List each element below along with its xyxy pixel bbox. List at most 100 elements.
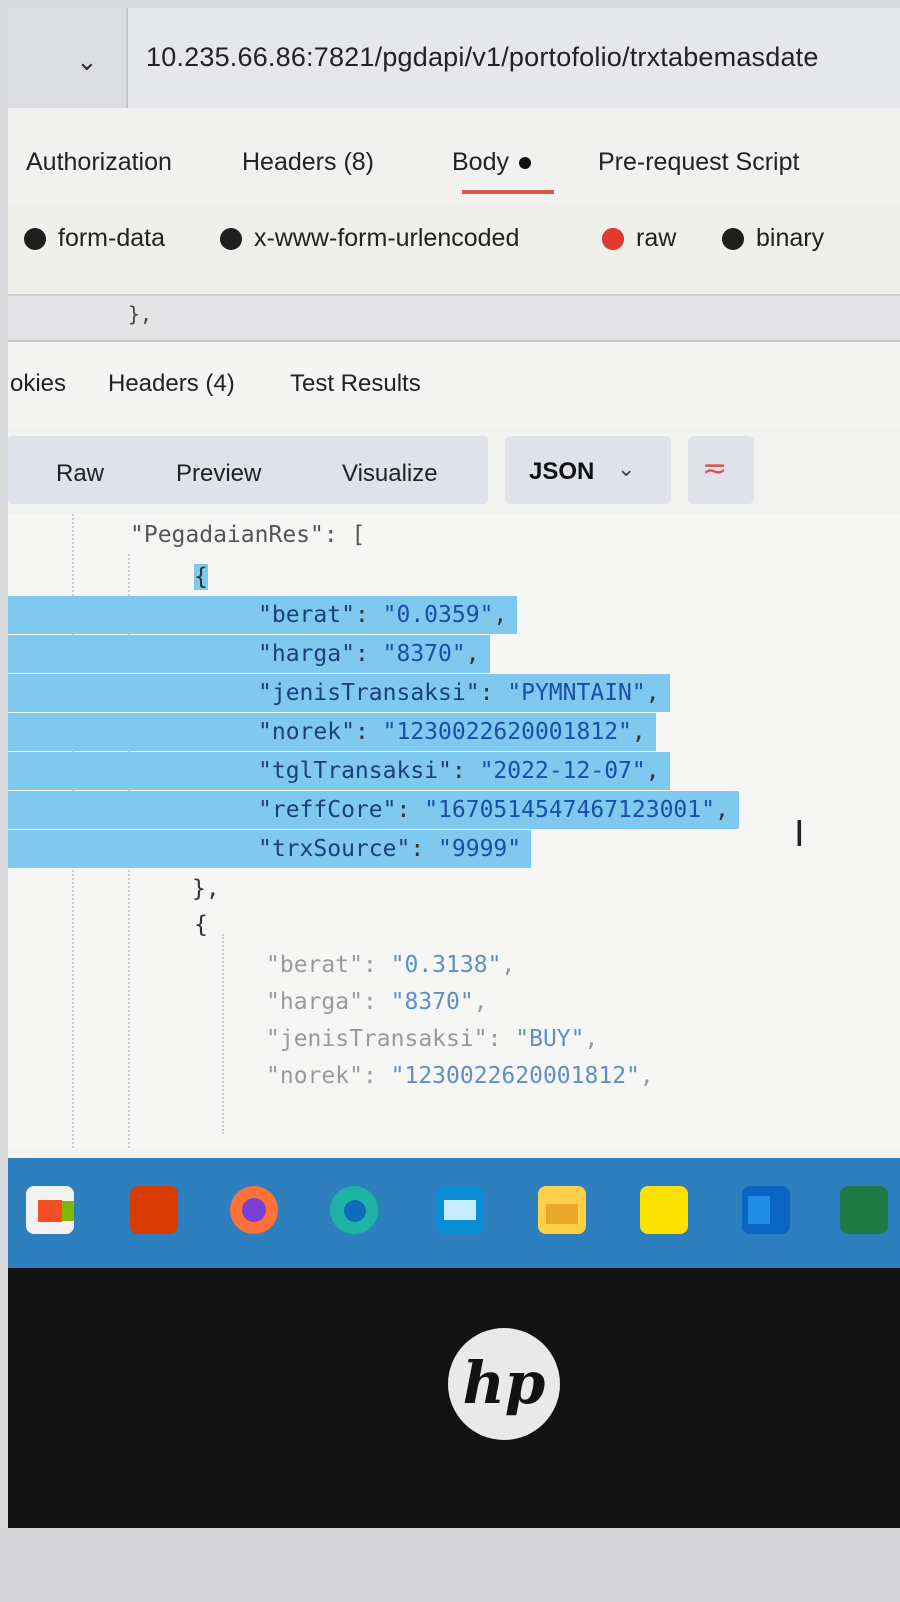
json-key: "norek" [258,719,355,745]
viewer-mode-switch: Raw Preview Visualize [8,436,488,504]
radio-label: binary [756,224,825,252]
json-value: "0.0359" [382,602,494,628]
json-value: "8370" [382,641,466,667]
format-dropdown[interactable]: JSON ⌄ [505,436,671,504]
json-value: "8370" [390,989,474,1015]
store-icon[interactable] [26,1186,74,1234]
radio-selected-icon [602,227,624,250]
open-brace: { [194,564,208,590]
code-snippet: }, [128,302,153,326]
json-colon: : [451,758,480,784]
radio-icon [722,227,744,250]
chevron-down-icon: ⌄ [76,46,98,76]
radio-icon [220,227,242,250]
tab-body-label: Body [452,148,509,176]
json-value: "0.3138" [390,952,502,978]
radio-label: x-www-form-urlencoded [254,224,520,252]
json-value: "PYMNTAIN" [507,680,646,706]
response-toolbar: Raw Preview Visualize JSON ⌄ ≂ [8,428,900,514]
body-type-options: form-data x-www-form-urlencoded raw bina… [8,204,900,296]
tab-body[interactable]: Body [452,148,531,177]
tab-test-results[interactable]: Test Results [290,370,421,398]
tab-response-headers[interactable]: Headers (4) [108,370,235,398]
request-tabs: Authorization Headers (8) Body Pre-reque… [8,108,900,204]
file-explorer-icon[interactable] [538,1186,586,1234]
active-tab-underline [462,190,554,194]
url-bar: ⌄ 10.235.66.86:7821/pgdapi/v1/portofolio… [8,8,900,110]
tab-headers[interactable]: Headers (8) [242,148,374,177]
radio-label: raw [636,224,677,252]
mail-icon[interactable] [436,1186,484,1234]
excel-icon[interactable] [840,1186,888,1234]
json-key: "tglTransaksi" [258,758,452,784]
outlook-icon[interactable] [742,1186,790,1234]
edge-icon[interactable] [330,1186,378,1234]
request-url-input[interactable]: 10.235.66.86:7821/pgdapi/v1/portofolio/t… [146,42,819,73]
json-separator: , [639,1063,654,1089]
code-line-close-brace: }, [192,876,220,902]
response-tabs: okies Headers (4) Test Results [8,342,900,428]
json-separator: , [501,952,516,978]
tab-authorization[interactable]: Authorization [26,148,172,177]
sticky-notes-icon[interactable] [640,1186,688,1234]
wrap-lines-icon: ≂ [702,452,728,485]
response-body[interactable]: "PegadaianRes": [ { "berat": "0.0359", "h… [8,514,900,1148]
hp-logo: hp [448,1328,560,1440]
json-colon: : [362,952,391,978]
method-dropdown[interactable]: ⌄ [8,8,128,108]
format-label: JSON [529,458,595,485]
monitor-bezel: hp [8,1268,900,1528]
radio-x-www-form-urlencoded[interactable]: x-www-form-urlencoded [220,224,519,253]
code-line-open-brace-2: { [194,912,208,938]
json-value: "2022-12-07" [479,758,646,784]
code-line-root-key: "PegadaianRes": [ [130,522,366,548]
json-colon: : [354,641,383,667]
wrap-lines-button[interactable]: ≂ [688,436,754,504]
json-key: "harga" [266,989,363,1015]
json-separator: , [465,641,480,667]
code-line-open-brace: { [8,558,208,596]
screen: ⌄ 10.235.66.86:7821/pgdapi/v1/portofolio… [8,8,900,1268]
code-line: "jenisTransaksi": "BUY", [8,1020,598,1058]
taskbar [8,1158,900,1268]
json-separator: , [473,989,488,1015]
radio-form-data[interactable]: form-data [24,224,165,253]
json-key: "jenisTransaksi" [258,680,480,706]
tab-pre-request-script[interactable]: Pre-request Script [598,148,799,177]
code-line: "harga": "8370", [8,635,490,673]
json-value: "BUY" [515,1026,585,1052]
firefox-icon[interactable] [230,1186,278,1234]
json-colon: : [362,1063,391,1089]
json-separator: , [714,797,729,823]
json-separator: , [645,758,660,784]
radio-raw[interactable]: raw [602,224,676,253]
office-icon[interactable] [130,1186,178,1234]
mode-visualize[interactable]: Visualize [342,460,438,488]
json-colon: : [362,989,391,1015]
json-key: "harga" [258,641,355,667]
json-value: "1230022620001812" [382,719,632,745]
json-key: "jenisTransaksi" [266,1026,488,1052]
code-line: "norek": "1230022620001812", [8,713,656,751]
chevron-down-icon: ⌄ [617,456,636,481]
radio-binary[interactable]: binary [722,224,824,253]
json-colon: : [479,680,508,706]
code-line: "tglTransaksi": "2022-12-07", [8,752,670,790]
code-line: "trxSource": "9999" [8,830,532,868]
json-colon: : [354,719,383,745]
json-separator: , [584,1026,599,1052]
mode-raw[interactable]: Raw [56,460,104,488]
json-key: "reffCore" [258,797,397,823]
json-key: "berat" [266,952,363,978]
json-colon: : [410,836,439,862]
tab-cookies[interactable]: okies [10,370,66,398]
text-cursor-icon: I [794,814,805,855]
json-key: "norek" [266,1063,363,1089]
code-line: "reffCore": "1670514547467123001", [8,791,739,829]
json-value: "1230022620001812" [390,1063,640,1089]
json-separator: , [645,680,660,706]
code-line: "norek": "1230022620001812", [8,1057,654,1095]
mode-preview[interactable]: Preview [176,460,261,488]
json-separator: , [631,719,646,745]
json-value: "9999" [438,836,522,862]
